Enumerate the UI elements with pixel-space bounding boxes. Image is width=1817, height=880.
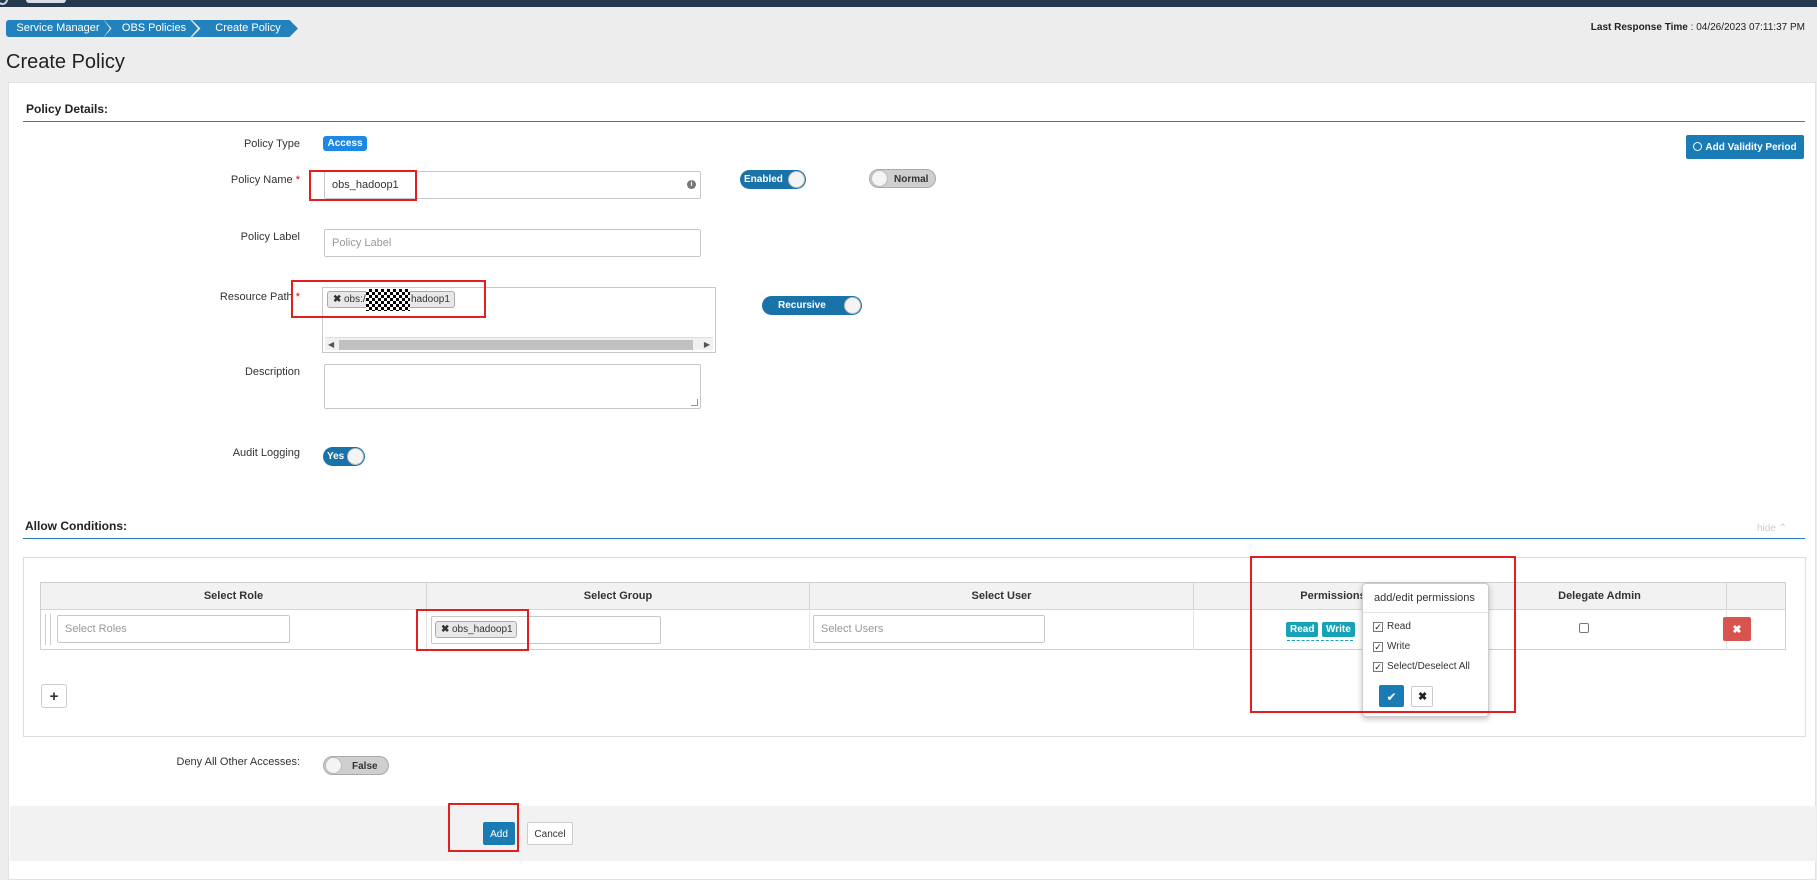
policy-name-label: Policy Name * xyxy=(200,174,300,186)
column-header-select-user: Select User xyxy=(810,583,1194,610)
highlight-box xyxy=(416,609,529,651)
policy-label-input[interactable]: Policy Label xyxy=(324,229,701,257)
top-nav-bar xyxy=(0,0,1817,7)
last-response-label: Last Response Time xyxy=(1590,22,1688,33)
enabled-toggle[interactable]: Enabled xyxy=(740,170,806,189)
policy-label-placeholder: Policy Label xyxy=(332,237,392,249)
column-header-select-group: Select Group xyxy=(427,583,810,610)
description-label: Description xyxy=(244,366,300,378)
scroll-left-icon[interactable]: ◀ xyxy=(328,338,334,351)
breadcrumb-obs-policies[interactable]: OBS Policies xyxy=(104,20,198,37)
select-users-input[interactable]: Select Users xyxy=(813,615,1045,643)
delete-row-button[interactable]: ✖ xyxy=(1723,617,1751,641)
clock-icon xyxy=(1693,142,1703,151)
form-footer xyxy=(10,806,1816,861)
toggle-knob xyxy=(325,757,342,774)
column-header-select-role: Select Role xyxy=(41,583,427,610)
policy-name-label-text: Policy Name xyxy=(230,174,293,186)
section-divider xyxy=(23,538,1805,539)
audit-logging-toggle-label: Yes xyxy=(327,451,345,462)
cancel-button[interactable]: Cancel xyxy=(527,822,573,845)
select-roles-input[interactable]: Select Roles xyxy=(57,615,290,643)
toggle-knob xyxy=(347,448,364,465)
policy-label-label: Policy Label xyxy=(240,231,300,243)
breadcrumb-create-policy[interactable]: Create Policy xyxy=(192,20,298,37)
logo-text-fragment xyxy=(26,0,66,3)
delegate-admin-checkbox[interactable] xyxy=(1579,623,1589,633)
deny-all-toggle-label: False xyxy=(352,761,378,772)
normal-toggle-label: Normal xyxy=(894,174,929,185)
normal-toggle[interactable]: Normal xyxy=(869,169,936,188)
last-response-value: : 04/26/2023 07:11:37 PM xyxy=(1690,22,1805,33)
required-mark: * xyxy=(295,174,300,186)
hide-link[interactable]: hide ⌃ xyxy=(1757,523,1787,534)
deny-all-toggle[interactable]: False xyxy=(323,756,389,775)
policy-type-label: Policy Type xyxy=(243,138,300,150)
section-divider xyxy=(23,121,1805,122)
select-users-placeholder: Select Users xyxy=(821,623,884,635)
toggle-knob xyxy=(871,170,888,187)
horizontal-scrollbar[interactable]: ◀ ▶ xyxy=(325,337,713,350)
allow-conditions-title: Allow Conditions: xyxy=(25,519,127,533)
scroll-right-icon[interactable]: ▶ xyxy=(704,338,710,351)
last-response-time: Last Response Time : 04/26/2023 07:11:37… xyxy=(1591,22,1805,33)
add-validity-period-button[interactable]: Add Validity Period xyxy=(1686,135,1804,159)
logo-icon xyxy=(0,0,8,5)
policy-type-badge: Access xyxy=(323,136,367,151)
recursive-toggle[interactable]: Recursive xyxy=(762,296,862,315)
highlight-box xyxy=(448,803,519,852)
page-title: Create Policy xyxy=(6,51,125,73)
add-condition-button[interactable]: + xyxy=(41,684,67,708)
highlight-box xyxy=(309,170,417,201)
resize-grip-icon[interactable] xyxy=(691,399,698,406)
column-header-actions xyxy=(1727,583,1785,610)
resource-path-label-text: Resource Path xyxy=(219,291,293,303)
deny-all-label: Deny All Other Accesses: xyxy=(176,756,301,768)
enabled-toggle-label: Enabled xyxy=(744,174,783,185)
recursive-toggle-label: Recursive xyxy=(778,300,826,311)
scrollbar-thumb[interactable] xyxy=(339,340,693,350)
audit-logging-toggle[interactable]: Yes xyxy=(323,447,365,466)
toggle-knob xyxy=(788,171,805,188)
info-icon[interactable]: i xyxy=(687,180,696,189)
description-input[interactable] xyxy=(324,364,701,409)
drag-handle[interactable] xyxy=(45,614,51,645)
highlight-box xyxy=(291,280,486,318)
highlight-box xyxy=(1250,556,1516,713)
breadcrumb-service-manager[interactable]: Service Manager xyxy=(6,20,110,37)
policy-details-title: Policy Details: xyxy=(26,102,109,116)
select-roles-placeholder: Select Roles xyxy=(65,623,127,635)
toggle-knob xyxy=(844,297,861,314)
resource-path-label: Resource Path * xyxy=(200,291,300,303)
add-validity-label: Add Validity Period xyxy=(1705,142,1797,153)
audit-logging-label: Audit Logging xyxy=(232,447,300,459)
